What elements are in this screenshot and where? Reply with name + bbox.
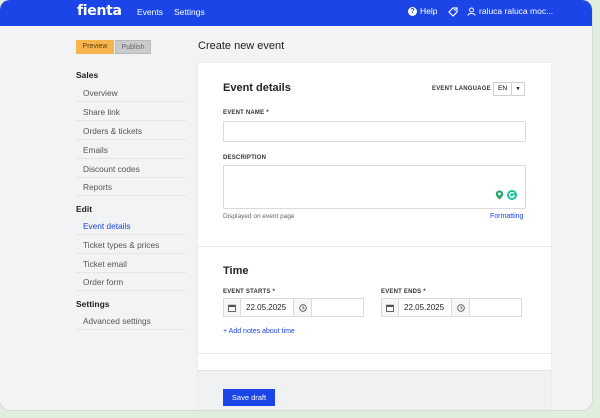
sidebar-heading-sales: Sales [76,70,99,80]
user-icon [467,6,476,16]
event-starts-time-input[interactable] [312,298,364,317]
clock-icon[interactable] [294,298,312,317]
section-divider [198,246,551,247]
user-menu[interactable]: raluca raluca moc... [467,6,553,16]
preview-button[interactable]: Preview [76,40,114,54]
event-form-card: Event details EVENT LANGUAGE EN ▼ EVENT … [198,63,551,410]
sidebar-item-advanced-settings[interactable]: Advanced settings [76,312,186,330]
help-icon: ? [408,6,417,16]
sidebar-item-event-details[interactable]: Event details [76,217,186,235]
tag-icon[interactable] [447,6,459,18]
formatting-link[interactable]: Formatting [490,213,523,220]
event-language-label: EVENT LANGUAGE [432,86,491,92]
sidebar-heading-edit: Edit [76,204,93,214]
time-heading: Time [223,265,249,277]
event-ends-group: 22.05.2025 [381,298,522,317]
calendar-icon[interactable] [223,298,241,317]
nav-events[interactable]: Events [137,7,163,17]
section-divider [198,353,551,354]
add-time-notes-link[interactable]: + Add notes about time [223,328,295,335]
sticky-footer: Save draft [198,370,551,410]
save-draft-button[interactable]: Save draft [223,389,275,406]
event-starts-date-input[interactable]: 22.05.2025 [241,298,294,317]
fienta-logo[interactable]: fienta [77,3,122,19]
event-name-input[interactable] [223,121,526,142]
publish-button[interactable]: Publish [115,40,151,54]
sidebar-item-ticket-types[interactable]: Ticket types & prices [76,236,186,254]
event-details-heading: Event details [223,82,291,94]
description-textarea[interactable] [223,165,526,209]
description-label: DESCRIPTION [223,155,267,161]
sidebar-item-emails[interactable]: Emails [76,141,186,159]
help-link[interactable]: ? Help [408,6,437,16]
sidebar-item-reports[interactable]: Reports [76,178,186,196]
event-ends-date-input[interactable]: 22.05.2025 [399,298,452,317]
event-ends-time-input[interactable] [470,298,522,317]
description-hint: Displayed on event page [223,213,295,220]
help-label: Help [420,6,438,16]
clock-icon[interactable] [452,298,470,317]
calendar-icon[interactable] [381,298,399,317]
sidebar-item-ticket-email[interactable]: Ticket email [76,255,186,273]
nav-settings[interactable]: Settings [174,7,205,17]
sidebar-item-discount-codes[interactable]: Discount codes [76,160,186,178]
sidebar-item-order-form[interactable]: Order form [76,273,186,291]
event-language-value: EN [494,83,512,95]
location-pin-icon [495,190,504,200]
sidebar-item-share-link[interactable]: Share link [76,103,186,121]
event-name-label: EVENT NAME * [223,110,269,116]
event-starts-label: EVENT STARTS * [223,289,276,295]
grammarly-icon [507,190,517,200]
sidebar-item-overview[interactable]: Overview [76,84,186,102]
event-ends-label: EVENT ENDS * [381,289,426,295]
chevron-down-icon: ▼ [515,86,521,92]
event-language-select[interactable]: EN ▼ [493,82,525,96]
app-window: fienta Events Settings ? Help raluca ral… [0,0,592,410]
page-title: Create new event [198,40,285,52]
sidebar-item-orders-tickets[interactable]: Orders & tickets [76,122,186,140]
event-starts-group: 22.05.2025 [223,298,364,317]
user-name: raluca raluca moc... [479,6,554,16]
sidebar-heading-settings: Settings [76,299,110,309]
writing-assistant-icons[interactable] [495,190,517,200]
top-navbar: fienta Events Settings ? Help raluca ral… [0,0,592,26]
